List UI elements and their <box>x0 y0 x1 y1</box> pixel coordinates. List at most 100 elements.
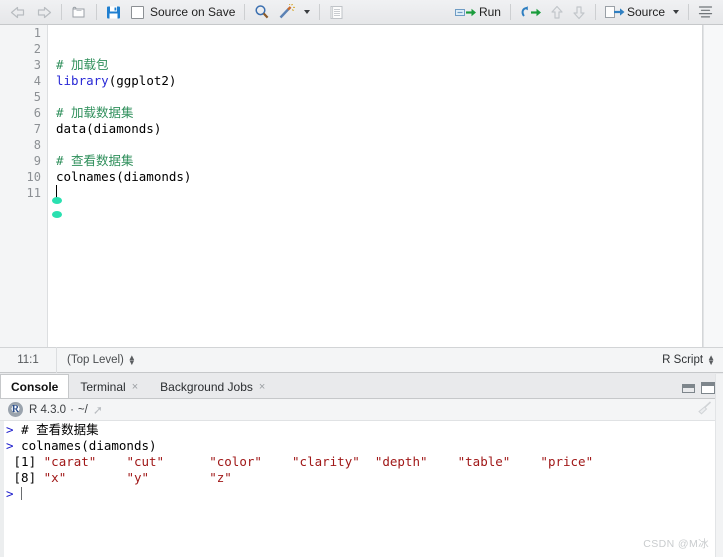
line-number-gutter: 1 2 3 4 5 6 7 8 9 10 11 <box>0 25 48 347</box>
document-outline-icon[interactable] <box>694 1 717 23</box>
code-token: data(diamonds) <box>56 121 162 136</box>
open-directory-arrow-icon[interactable]: ➚ <box>93 403 103 417</box>
code-text-area[interactable]: # 加载包 library(ggplot2) # 加载数据集 data(diamon… <box>49 25 702 347</box>
source-button[interactable]: Source <box>601 1 669 23</box>
line-number: 3 <box>33 58 41 72</box>
console-input-text: colnames(diamonds) <box>21 438 157 453</box>
console-output-value: "table" <box>457 454 511 469</box>
console-right-edge <box>715 374 723 557</box>
console-output-gap <box>428 454 458 469</box>
console-output-value: "price" <box>540 454 594 469</box>
watermark-label: CSDN @M冰 <box>643 538 709 550</box>
line-number: 9 <box>33 154 41 168</box>
code-token: colnames(diamonds) <box>56 169 192 184</box>
toolbar-divider <box>96 4 97 20</box>
console-prompt: > <box>6 486 22 501</box>
console-output-gap <box>96 454 126 469</box>
magnifier-icon[interactable] <box>250 1 274 23</box>
back-arrow-icon[interactable] <box>6 1 31 23</box>
header-separator: · <box>70 403 74 416</box>
console-prompt: > <box>6 438 22 453</box>
editor-frame[interactable]: 1 2 3 4 5 6 7 8 9 10 11 # 加载包 library(ggplot2) # 加载… <box>0 25 703 347</box>
console-input-text: # 查看数据集 <box>21 422 99 437</box>
r-version-label: R 4.3.0 <box>29 403 67 416</box>
console-output-gap <box>360 454 375 469</box>
console-output-index: [1] <box>6 454 44 469</box>
console-left-margin <box>0 421 4 557</box>
tab-label: Background Jobs <box>160 379 253 394</box>
console-tab-bar: Console Terminal × Background Jobs × <box>0 374 723 399</box>
console-line: > colnames(diamonds) <box>6 438 717 454</box>
clear-console-broom-icon[interactable] <box>697 401 713 418</box>
console-output-value: "cut" <box>126 454 165 469</box>
console-output-gap <box>593 454 623 469</box>
go-up-icon[interactable] <box>546 1 568 23</box>
run-label: Run <box>478 5 501 19</box>
maximize-icon[interactable] <box>701 382 715 394</box>
code-token: library <box>56 73 109 88</box>
code-marker-dot <box>52 197 62 204</box>
minimize-icon[interactable] <box>682 383 695 393</box>
open-file-icon[interactable] <box>67 1 91 23</box>
working-directory-label[interactable]: ~/ <box>78 404 88 416</box>
save-icon[interactable] <box>102 1 125 23</box>
console-cursor <box>21 487 23 500</box>
console-header: R 4.3.0 · ~/ ➚ <box>0 399 723 421</box>
console-output-value: "x" <box>43 470 67 485</box>
console-output-gap <box>149 470 209 485</box>
code-scope-selector[interactable]: (Top Level) ▲ ▼ <box>57 353 136 367</box>
line-number: 6 <box>33 106 41 120</box>
tab-terminal[interactable]: Terminal × <box>69 374 149 398</box>
code-line: # 加载包 <box>56 57 702 73</box>
console-output-gap <box>164 454 209 469</box>
compile-report-icon[interactable] <box>325 1 348 23</box>
checkbox-box <box>131 5 144 19</box>
console-line: [1] "carat" "cut" "color" "clarity" "dep… <box>6 454 717 470</box>
editor-toolbar: Source on Save Run Source <box>0 0 723 25</box>
rerun-previous-icon[interactable] <box>516 1 546 23</box>
source-editor-pane: Source on Save Run Source 1 2 3 4 5 6 7 … <box>0 0 723 374</box>
code-token: # 查看数据集 <box>56 153 134 168</box>
code-line: library(ggplot2) <box>56 73 702 89</box>
tab-console[interactable]: Console <box>0 374 70 398</box>
forward-arrow-icon[interactable] <box>31 1 56 23</box>
toolbar-divider <box>61 4 62 20</box>
console-output-value: "carat" <box>43 454 97 469</box>
source-on-save-checkbox[interactable]: Source on Save <box>125 1 239 23</box>
code-tools-wand-icon[interactable] <box>274 1 300 23</box>
tab-background-jobs[interactable]: Background Jobs × <box>149 374 276 398</box>
scope-updown-icon: ▲ ▼ <box>127 353 136 367</box>
cursor-position-label: 11:1 <box>17 354 39 366</box>
console-output-gap <box>66 470 126 485</box>
source-dropdown-caret[interactable] <box>673 10 679 14</box>
code-line: data(diamonds) <box>56 121 702 137</box>
document-type-label: R Script <box>662 354 704 366</box>
run-button[interactable]: Run <box>451 1 505 23</box>
go-down-icon[interactable] <box>568 1 590 23</box>
editor-status-bar: 11:1 (Top Level) ▲ ▼ R Script ▲ ▼ <box>0 347 723 373</box>
console-output-index: [8] <box>6 470 44 485</box>
toolbar-divider <box>319 4 321 20</box>
console-prompt: > <box>6 422 22 437</box>
r-logo-icon <box>8 402 23 417</box>
console-line: > <box>6 486 717 502</box>
document-type-selector[interactable]: R Script ▲ ▼ <box>662 354 723 367</box>
console-output-area[interactable]: > # 查看数据集 > colnames(diamonds) [1] "carat… <box>0 421 723 557</box>
console-pane: Console Terminal × Background Jobs × R 4.3.0… <box>0 374 723 557</box>
console-output-gap <box>510 454 540 469</box>
code-tools-dropdown-caret[interactable] <box>304 10 311 14</box>
close-icon[interactable]: × <box>132 381 138 393</box>
console-output-value: "color" <box>209 454 262 469</box>
line-number: 5 <box>33 90 41 104</box>
code-line: # 查看数据集 <box>56 153 702 169</box>
tab-label: Terminal <box>80 379 126 394</box>
editor-vertical-scrollbar[interactable] <box>703 25 723 347</box>
close-icon[interactable]: × <box>259 381 265 393</box>
console-output-value: "clarity" <box>292 454 360 469</box>
console-line: [8] "x" "y" "z" <box>6 470 717 486</box>
line-number: 11 <box>26 186 41 200</box>
